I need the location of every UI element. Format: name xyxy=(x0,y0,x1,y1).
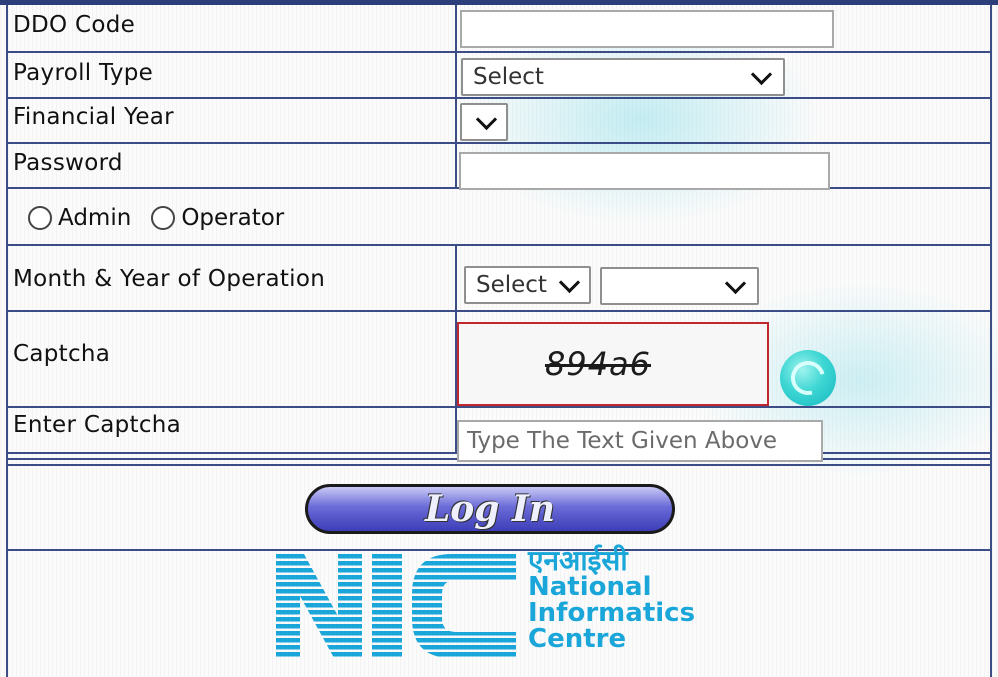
operator-radio[interactable] xyxy=(151,206,176,230)
month-selected: Select xyxy=(476,272,547,298)
password-input[interactable] xyxy=(459,152,830,190)
row-divider xyxy=(6,310,992,312)
payroll-type-label: Payroll Type xyxy=(13,60,154,86)
financial-year-label: Financial Year xyxy=(13,104,174,130)
refresh-captcha-icon[interactable] xyxy=(780,350,836,406)
nic-line-centre: Centre xyxy=(528,624,627,654)
row-divider xyxy=(6,464,992,466)
captcha-image: 894a6 xyxy=(457,322,769,406)
chevron-down-icon xyxy=(724,272,747,294)
nic-letters-logo xyxy=(276,554,516,658)
chevron-down-icon xyxy=(750,63,773,85)
row-divider xyxy=(6,549,992,551)
ddo-code-label: DDO Code xyxy=(13,12,136,38)
payroll-type-select[interactable]: Select xyxy=(461,58,785,96)
month-year-label: Month & Year of Operation xyxy=(13,266,326,292)
financial-year-select[interactable] xyxy=(460,103,508,141)
nic-line-national: National xyxy=(528,572,652,602)
row-divider xyxy=(6,406,992,408)
enter-captcha-label: Enter Captcha xyxy=(13,412,182,438)
top-bar xyxy=(0,0,998,5)
nic-hindi-text: एनआईसी xyxy=(528,544,628,577)
row-divider xyxy=(6,97,992,99)
admin-radio[interactable] xyxy=(28,206,52,230)
captcha-code: 894a6 xyxy=(544,345,652,383)
captcha-label: Captcha xyxy=(13,341,111,367)
admin-radio-label: Admin xyxy=(58,205,132,231)
row-divider xyxy=(6,142,992,144)
col-divider xyxy=(455,5,457,188)
month-select[interactable]: Select xyxy=(464,266,591,304)
col-divider xyxy=(990,5,992,677)
payroll-type-selected: Select xyxy=(473,64,544,90)
login-button[interactable]: Log In xyxy=(305,484,675,534)
row-divider xyxy=(6,51,992,53)
nic-line-informatics: Informatics xyxy=(528,598,696,628)
ddo-code-input[interactable] xyxy=(460,10,834,48)
nic-wordmark: एनआईसी National Informatics Centre xyxy=(528,544,696,654)
enter-captcha-input[interactable] xyxy=(457,420,823,462)
password-label: Password xyxy=(13,150,123,176)
col-divider xyxy=(6,5,8,677)
refresh-arrow-icon xyxy=(784,354,832,402)
role-radio-group: Admin Operator xyxy=(28,205,284,231)
year-select[interactable] xyxy=(600,267,759,305)
operator-radio-label: Operator xyxy=(181,205,285,231)
chevron-down-icon xyxy=(475,108,498,130)
chevron-down-icon xyxy=(558,271,581,293)
row-divider xyxy=(6,244,992,246)
login-panel: DDO Code Payroll Type Select Financial Y… xyxy=(0,0,998,677)
